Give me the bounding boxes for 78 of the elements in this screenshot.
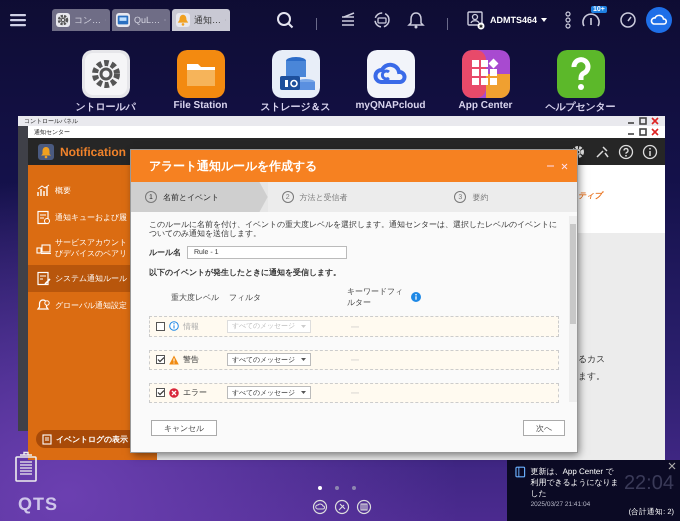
app-label[interactable]: myQNAPcloud bbox=[355, 100, 426, 111]
page-dot[interactable] bbox=[335, 486, 339, 490]
caret-icon bbox=[301, 324, 306, 328]
stack-icon[interactable] bbox=[339, 11, 357, 29]
check-icon bbox=[157, 356, 164, 364]
warning-icon bbox=[169, 354, 179, 365]
menu-item-icon bbox=[36, 210, 51, 225]
keyword-value: — bbox=[351, 322, 359, 331]
caret-icon[interactable] bbox=[541, 18, 548, 22]
app-icon[interactable] bbox=[272, 50, 320, 98]
dialog-title: アラート通知ルールを作成する bbox=[149, 158, 318, 174]
search-icon[interactable] bbox=[276, 11, 294, 29]
column-header: 重大度レベル bbox=[171, 292, 220, 303]
qts-logo: QTS bbox=[18, 494, 58, 515]
settings-icon[interactable] bbox=[570, 144, 586, 160]
app-icon[interactable] bbox=[366, 50, 414, 98]
info-icon bbox=[169, 321, 179, 332]
app-icon bbox=[176, 12, 190, 28]
check-icon bbox=[157, 389, 164, 396]
checkbox[interactable] bbox=[156, 388, 165, 398]
server-icon[interactable] bbox=[356, 499, 372, 515]
tools-icon[interactable] bbox=[594, 144, 610, 160]
bell-icon bbox=[38, 144, 54, 160]
app-tab[interactable]: QuL… bbox=[112, 9, 170, 31]
caret-icon bbox=[301, 391, 306, 394]
more-icon[interactable] bbox=[565, 11, 572, 29]
app-icon[interactable] bbox=[462, 50, 510, 98]
level-label: 警告 bbox=[183, 354, 200, 366]
content-text: ます。 bbox=[578, 370, 606, 383]
level-label: 情報 bbox=[183, 320, 200, 332]
app-label[interactable]: ストレージ＆ス bbox=[260, 100, 330, 114]
description-text: このルールに名前を付け、イベントの重大度レベルを選択します。通知センターは、選択したレベルのイベントについてのみ通知を送信します。 bbox=[149, 220, 558, 238]
status-text: ティブ bbox=[578, 191, 602, 200]
log-icon bbox=[41, 433, 53, 445]
page-dot[interactable] bbox=[318, 486, 322, 490]
page-dot[interactable] bbox=[352, 486, 356, 490]
keyword-value: — bbox=[351, 355, 359, 364]
keyword-value: — bbox=[351, 388, 359, 398]
cancel-button[interactable]: キャンセル bbox=[151, 420, 217, 436]
user-icon[interactable] bbox=[466, 10, 486, 30]
app-update-icon bbox=[515, 466, 526, 478]
cloud-button[interactable] bbox=[646, 7, 672, 33]
gauge-icon[interactable] bbox=[619, 11, 638, 29]
error-icon bbox=[169, 388, 179, 398]
content-text: るカス bbox=[578, 353, 606, 366]
dashboard-icon[interactable] bbox=[581, 11, 602, 29]
scrollbar[interactable] bbox=[569, 216, 577, 402]
cloud-icon[interactable] bbox=[312, 499, 328, 515]
notification-message: 更新は、App Center で利用できるようになりました bbox=[530, 466, 619, 499]
app-title: Notification bbox=[60, 144, 127, 158]
trash-icon[interactable] bbox=[14, 451, 38, 482]
menu-item-icon bbox=[36, 183, 51, 198]
help-icon[interactable] bbox=[618, 144, 634, 160]
bell-icon[interactable] bbox=[407, 11, 425, 29]
app-icon bbox=[56, 12, 70, 28]
app-label[interactable]: App Center bbox=[458, 100, 512, 111]
checkbox[interactable] bbox=[156, 322, 165, 331]
app-icon[interactable] bbox=[82, 50, 130, 98]
app-label[interactable]: ヘルプセンター bbox=[546, 100, 616, 114]
app-label[interactable]: ントロールパ bbox=[76, 100, 136, 114]
level-label: エラー bbox=[183, 387, 208, 398]
menu-item-icon bbox=[36, 271, 51, 286]
column-header: フィルタ bbox=[229, 292, 262, 303]
user-name[interactable]: ADMTS464 bbox=[490, 15, 538, 25]
sync-icon[interactable] bbox=[373, 11, 391, 29]
app-tab[interactable]: 通知… bbox=[172, 9, 230, 31]
cloud-icon bbox=[650, 12, 668, 28]
checkbox[interactable] bbox=[156, 355, 165, 364]
tools-icon[interactable] bbox=[334, 499, 350, 515]
app-icon[interactable] bbox=[556, 50, 604, 98]
app-icon[interactable] bbox=[176, 50, 224, 98]
app-tab[interactable]: コン… bbox=[52, 9, 110, 31]
app-label[interactable]: File Station bbox=[174, 100, 228, 111]
caret-icon bbox=[301, 358, 306, 362]
info-icon[interactable] bbox=[642, 144, 658, 160]
column-header: キーワードフィルター bbox=[347, 286, 404, 308]
next-button[interactable]: 次へ bbox=[523, 420, 565, 436]
field-label: ルール名 bbox=[149, 247, 181, 258]
